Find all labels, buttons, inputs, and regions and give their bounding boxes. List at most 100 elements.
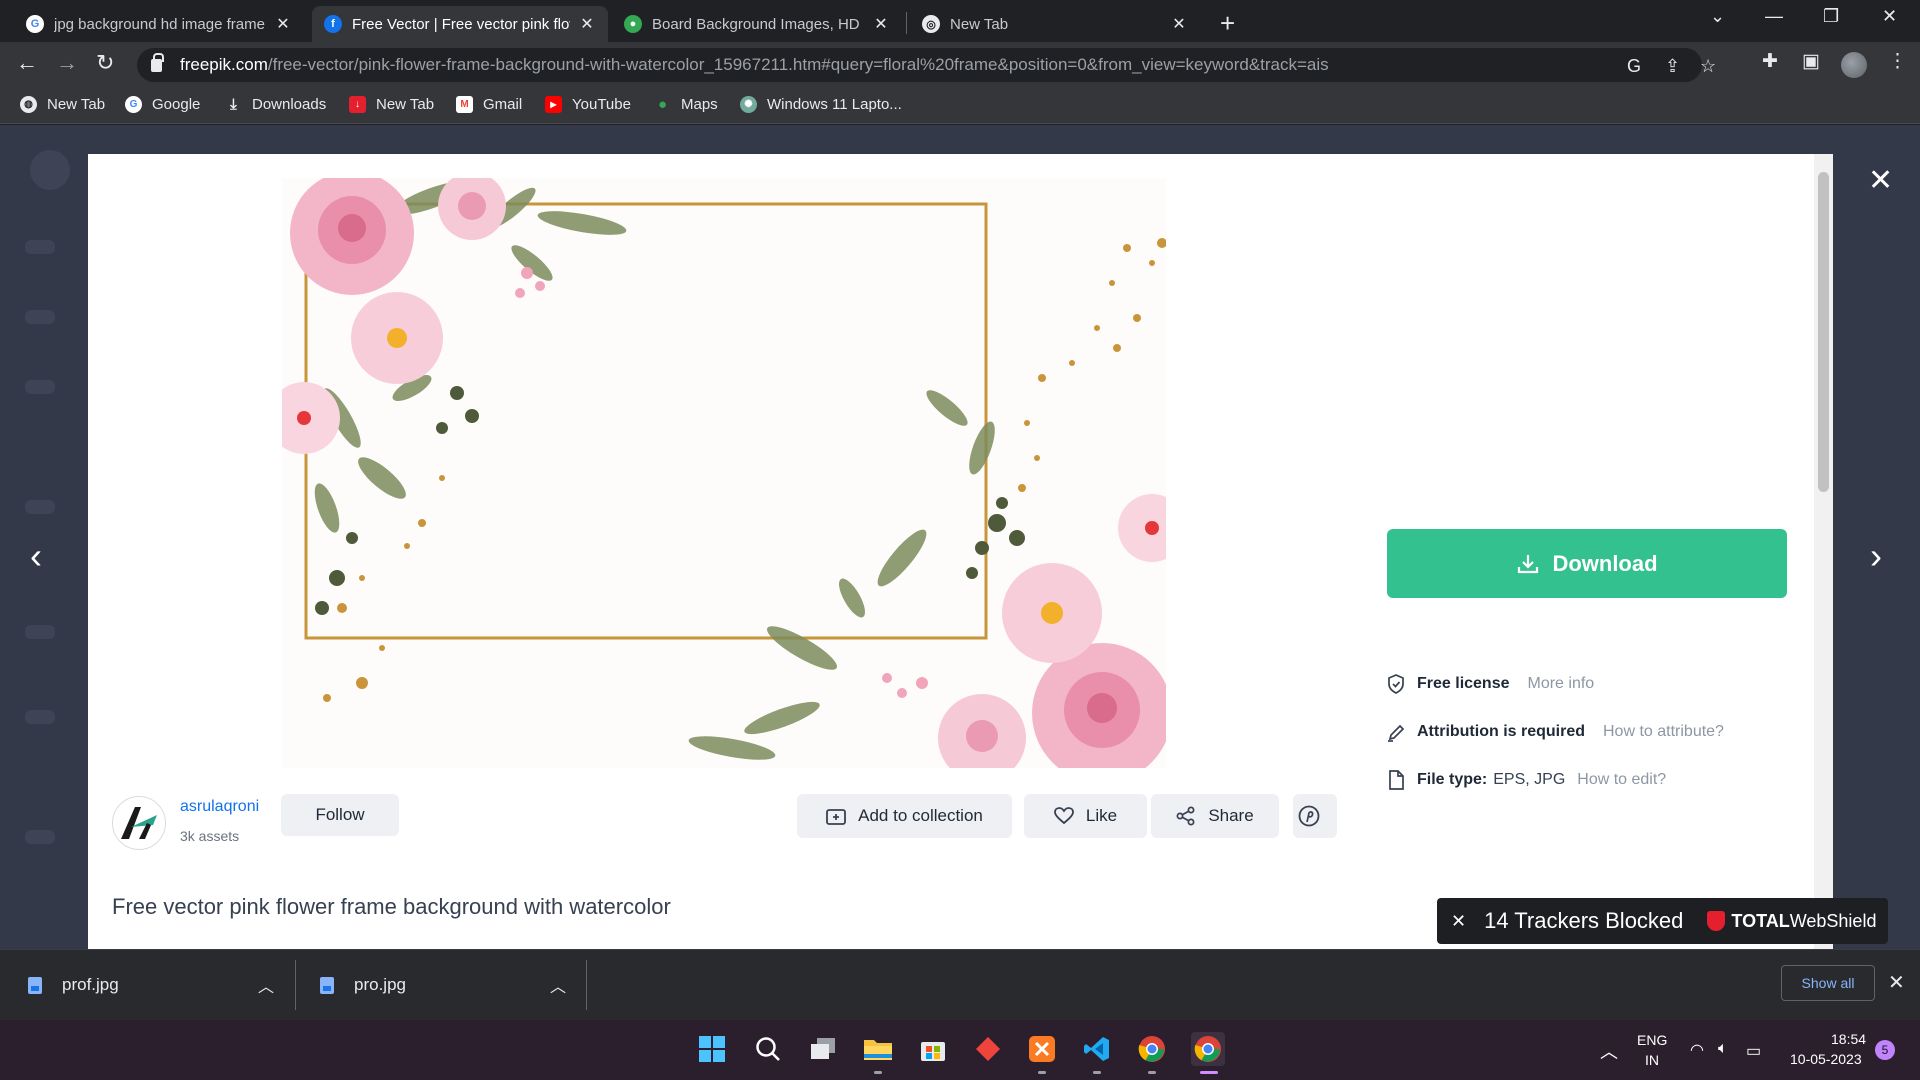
xampp-icon[interactable] bbox=[1025, 1032, 1059, 1066]
asset-title: Free vector pink flower frame background… bbox=[112, 894, 671, 919]
add-to-collection-button[interactable]: Add to collection bbox=[797, 794, 1012, 838]
chrome-profile-icon[interactable] bbox=[1135, 1032, 1169, 1066]
backdrop-item bbox=[25, 380, 55, 394]
close-shelf-icon[interactable]: ✕ bbox=[1888, 970, 1905, 995]
add-to-collection-label: Add to collection bbox=[858, 806, 983, 825]
bookmark-red-icon: ↓ bbox=[349, 96, 366, 113]
show-all-button[interactable]: Show all bbox=[1781, 965, 1875, 1001]
microsoft-store-icon[interactable] bbox=[916, 1032, 950, 1066]
tray-chevron-up-icon[interactable]: ︿ bbox=[1600, 1038, 1618, 1064]
bookmark-star-icon[interactable]: ☆ bbox=[1700, 56, 1716, 77]
next-arrow-icon[interactable]: › bbox=[1870, 535, 1882, 577]
tab-freepik[interactable]: f Free Vector | Free vector pink flow ✕ bbox=[312, 6, 608, 42]
battery-icon[interactable]: ▭ bbox=[1746, 1041, 1761, 1061]
modal-scrollbar-thumb[interactable] bbox=[1818, 172, 1829, 492]
tracker-toast: ✕ 14 Trackers Blocked TOTAL WebShield bbox=[1437, 898, 1888, 944]
filetype-label: File type: bbox=[1417, 771, 1488, 788]
download-label: Download bbox=[1552, 550, 1658, 576]
close-tab-icon[interactable]: ✕ bbox=[1170, 14, 1188, 34]
author-name-link[interactable]: asrulaqroni bbox=[180, 798, 259, 816]
menu-kebab-icon[interactable]: ⋮ bbox=[1888, 50, 1907, 73]
task-view-icon[interactable] bbox=[806, 1032, 840, 1066]
active-indicator bbox=[1200, 1071, 1218, 1074]
anydesk-icon[interactable] bbox=[971, 1032, 1005, 1066]
how-to-edit-link[interactable]: How to edit? bbox=[1577, 771, 1666, 789]
how-to-attribute-link[interactable]: How to attribute? bbox=[1603, 723, 1724, 741]
follow-button[interactable]: Follow bbox=[281, 794, 399, 836]
volume-icon[interactable]: 🔈︎ bbox=[1718, 1040, 1728, 1058]
bookmark-windows-laptop[interactable]: ✺ Windows 11 Lapto... bbox=[740, 96, 902, 113]
store-bag-icon bbox=[921, 1042, 945, 1061]
bookmark-new-tab[interactable]: ◍ New Tab bbox=[20, 96, 105, 113]
like-button[interactable]: Like bbox=[1024, 794, 1147, 838]
author-avatar[interactable] bbox=[112, 796, 166, 850]
bookmark-gmail[interactable]: M Gmail bbox=[456, 96, 522, 113]
bookmark-downloads[interactable]: ⤓ Downloads bbox=[225, 96, 326, 113]
clock-date[interactable]: 10-05-2023 bbox=[1790, 1051, 1862, 1067]
reload-icon[interactable]: ↻ bbox=[96, 50, 114, 76]
red-diamond-icon bbox=[976, 1037, 1000, 1061]
chevron-up-icon[interactable]: ︿ bbox=[258, 973, 274, 997]
wifi-icon[interactable]: ◠ bbox=[1690, 1040, 1704, 1060]
bookmark-new-tab-2[interactable]: ↓ New Tab bbox=[349, 96, 434, 113]
asset-preview-image[interactable] bbox=[282, 178, 1166, 768]
close-tab-icon[interactable]: ✕ bbox=[578, 14, 596, 34]
forward-icon[interactable]: → bbox=[56, 50, 78, 76]
more-info-link[interactable]: More info bbox=[1528, 675, 1595, 693]
author-logo-icon bbox=[121, 807, 157, 839]
bookmark-youtube[interactable]: ▶ YouTube bbox=[545, 96, 631, 113]
close-tab-icon[interactable]: ✕ bbox=[872, 14, 890, 34]
vscode-icon[interactable] bbox=[1080, 1032, 1114, 1066]
share-page-icon[interactable]: ⇪ bbox=[1665, 56, 1680, 77]
profile-avatar[interactable] bbox=[1841, 52, 1867, 78]
bookmark-google[interactable]: G Google bbox=[125, 96, 200, 113]
chevron-up-icon[interactable]: ︿ bbox=[550, 973, 566, 997]
tab-new-tab[interactable]: ◎ New Tab ✕ bbox=[910, 6, 1200, 42]
lock-icon[interactable] bbox=[151, 52, 164, 72]
tab-search-icon[interactable]: ⌄ bbox=[1710, 6, 1725, 27]
address-bar[interactable]: freepik.com/free-vector/pink-flower-fram… bbox=[137, 48, 1716, 82]
language-indicator[interactable]: ENG bbox=[1637, 1032, 1667, 1048]
bookmark-label: Windows 11 Lapto... bbox=[767, 96, 902, 113]
minimize-icon[interactable]: — bbox=[1765, 6, 1783, 27]
vscode-logo-icon bbox=[1084, 1037, 1109, 1061]
extensions-icon[interactable]: ✚ bbox=[1762, 50, 1778, 73]
search-icon[interactable] bbox=[751, 1032, 785, 1066]
window-close-icon[interactable]: ✕ bbox=[1882, 6, 1897, 27]
file-explorer-icon[interactable] bbox=[861, 1032, 895, 1066]
image-file-icon bbox=[320, 976, 334, 994]
toast-close-icon[interactable]: ✕ bbox=[1451, 911, 1466, 932]
previous-arrow-icon[interactable]: ‹ bbox=[30, 535, 42, 577]
license-label: Free license bbox=[1417, 675, 1510, 692]
chrome-logo-icon bbox=[1194, 1036, 1221, 1062]
openai-icon: ✺ bbox=[740, 96, 757, 113]
side-panel-icon[interactable]: ▣ bbox=[1802, 50, 1820, 73]
download-shelf: prof.jpg ︿ pro.jpg ︿ bbox=[0, 949, 1920, 1020]
close-modal-icon[interactable]: ✕ bbox=[1868, 163, 1893, 198]
close-tab-icon[interactable]: ✕ bbox=[274, 14, 292, 34]
restore-icon[interactable]: ❐ bbox=[1823, 6, 1839, 27]
chrome-active-icon[interactable] bbox=[1191, 1032, 1225, 1066]
download-button[interactable]: Download bbox=[1387, 529, 1787, 598]
clock-time[interactable]: 18:54 bbox=[1831, 1031, 1866, 1047]
windows-logo-icon bbox=[699, 1036, 725, 1062]
google-lens-icon[interactable]: G bbox=[1627, 56, 1641, 77]
tab-jpg-background[interactable]: G jpg background hd image frame ✕ bbox=[14, 6, 304, 42]
trackers-blocked-text: 14 Trackers Blocked bbox=[1484, 908, 1684, 933]
heart-icon bbox=[1054, 807, 1074, 825]
share-button[interactable]: Share bbox=[1151, 794, 1279, 838]
tab-board-background[interactable]: ● Board Background Images, HD Pi ✕ bbox=[612, 6, 902, 42]
download-item[interactable]: pro.jpg ︿ bbox=[320, 950, 582, 1020]
google-icon: G bbox=[26, 15, 44, 33]
download-item[interactable]: prof.jpg ︿ bbox=[28, 950, 290, 1020]
new-tab-button[interactable]: + bbox=[1220, 8, 1235, 39]
filetype-value: EPS, JPG bbox=[1493, 771, 1566, 788]
bookmark-label: Google bbox=[152, 96, 201, 113]
tab-title: New Tab bbox=[950, 15, 1009, 33]
notification-badge[interactable]: 5 bbox=[1875, 1040, 1895, 1060]
back-icon[interactable]: ← bbox=[16, 50, 38, 76]
pinterest-button[interactable] bbox=[1293, 794, 1337, 838]
region-indicator[interactable]: IN bbox=[1645, 1052, 1659, 1068]
windows-start-icon[interactable] bbox=[695, 1032, 729, 1066]
bookmark-maps[interactable]: ● Maps bbox=[654, 96, 718, 113]
